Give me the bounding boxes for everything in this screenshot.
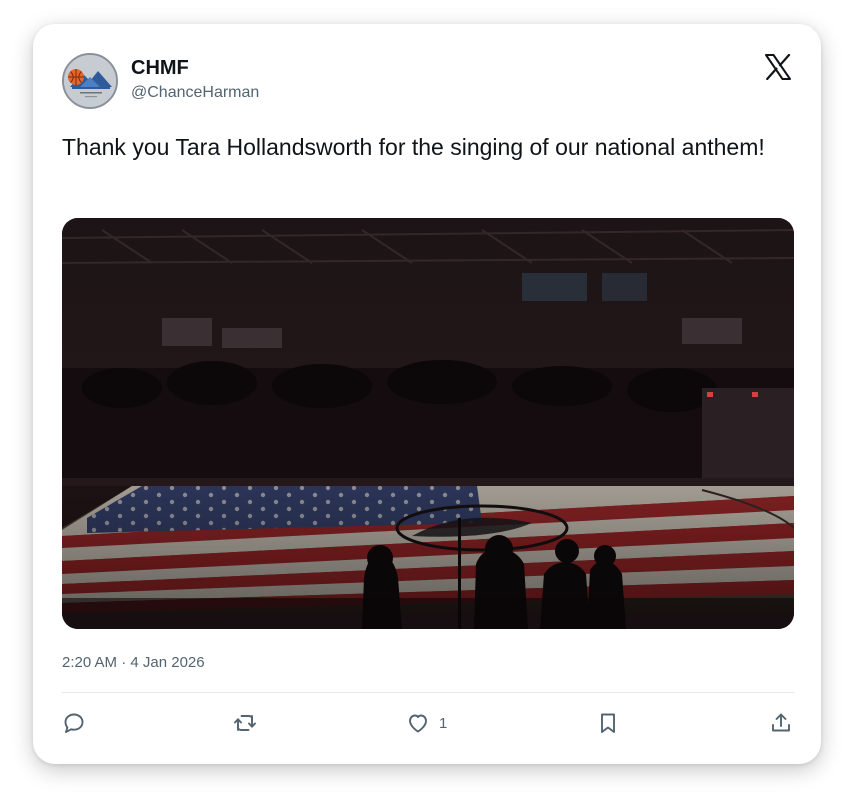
retweet-icon — [234, 715, 256, 731]
share-button[interactable] — [769, 711, 793, 735]
author-handle[interactable]: @ChanceHarman — [131, 84, 259, 102]
bookmark-button[interactable] — [596, 711, 620, 735]
tweet-text: Thank you Tara Hollandsworth for the sin… — [62, 134, 765, 160]
divider — [62, 692, 795, 693]
reply-button[interactable] — [62, 711, 86, 735]
author-display-name[interactable]: CHMF — [131, 57, 189, 80]
like-button[interactable]: 1 — [406, 711, 447, 735]
heart-icon — [409, 714, 427, 733]
tweet-photo[interactable] — [62, 218, 794, 629]
reply-icon — [64, 713, 84, 733]
gym-flag-photo — [62, 218, 794, 629]
author-avatar[interactable] — [62, 53, 118, 109]
avatar-logo-icon — [64, 55, 116, 107]
like-count: 1 — [439, 714, 448, 732]
tweet-card: CHMF @ChanceHarman Thank you Tara Hollan… — [33, 24, 821, 764]
tweet-timestamp[interactable]: 2:20 AM · 4 Jan 2026 — [62, 654, 205, 671]
x-logo-icon[interactable] — [764, 53, 792, 81]
share-icon — [772, 713, 790, 732]
bookmark-icon — [601, 713, 615, 733]
retweet-button[interactable] — [233, 711, 257, 735]
